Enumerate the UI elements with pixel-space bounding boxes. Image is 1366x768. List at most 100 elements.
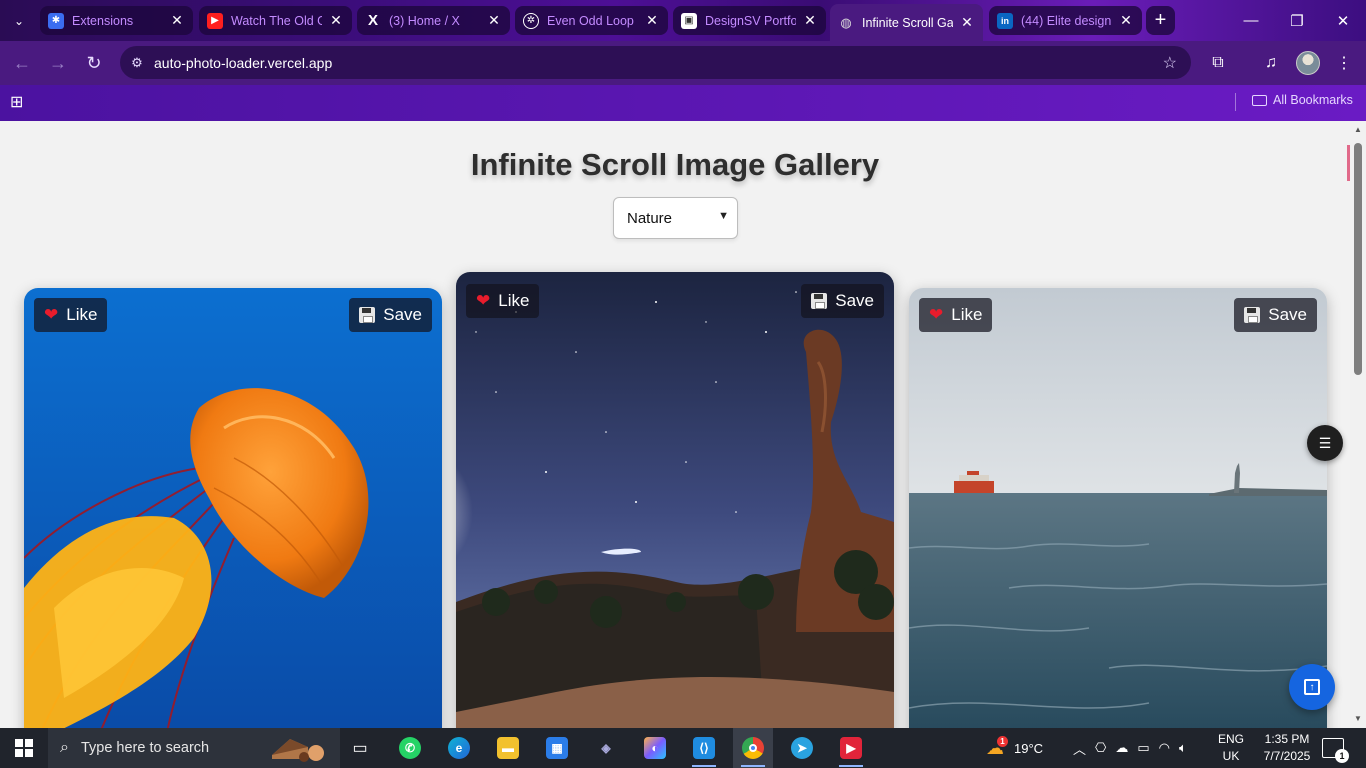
search-placeholder: Type here to search xyxy=(80,740,210,756)
reload-button[interactable]: ↻ xyxy=(81,50,107,76)
browser-toolbar: ← → ↻ ⚙ auto-photo-loader.vercel.app ☆ ⧉… xyxy=(0,41,1366,85)
x-logo-icon: X xyxy=(367,12,378,29)
close-tab-icon[interactable]: ✕ xyxy=(802,12,818,29)
close-tab-icon[interactable]: ✕ xyxy=(644,12,660,29)
close-window-button[interactable]: ✕ xyxy=(1320,0,1366,41)
tab-designsv[interactable]: ▣ DesignSV Portfo ✕ xyxy=(673,6,826,35)
tab-title: (44) Elite design xyxy=(1021,13,1112,28)
save-label: Save xyxy=(1268,305,1307,324)
wifi-icon[interactable]: ◠ xyxy=(1159,740,1170,756)
app-icon[interactable]: ◈ xyxy=(586,728,626,768)
like-button[interactable]: ❤ Like xyxy=(919,298,993,332)
save-button[interactable]: Save xyxy=(349,298,432,332)
weather-widget[interactable]: ☁ 1 19°C xyxy=(986,728,1043,768)
tab-chatgpt[interactable]: ✲ Even Odd Loop ✕ xyxy=(515,6,668,35)
menu-kebab-icon[interactable]: ⋮ xyxy=(1332,51,1356,75)
arrow-left-icon: ← xyxy=(13,52,31,73)
all-bookmarks-button[interactable]: All Bookmarks xyxy=(1252,93,1353,107)
telegram-icon[interactable]: ➤ xyxy=(782,728,822,768)
forward-button[interactable]: → xyxy=(45,50,71,76)
close-tab-icon[interactable]: ✕ xyxy=(959,14,975,31)
apps-grid-icon[interactable]: ⊞ xyxy=(10,92,23,112)
start-button[interactable] xyxy=(0,728,48,768)
scroll-to-top-button[interactable]: ↑ xyxy=(1289,664,1335,710)
taskbar-clock[interactable]: 1:35 PM 7/7/2025 xyxy=(1258,731,1316,765)
tab-strip: ⌄ ✱ Extensions ✕ ▶ Watch The Old G ✕ X (… xyxy=(0,0,1366,41)
onedrive-icon[interactable]: ☁ xyxy=(1115,740,1128,756)
extensions-icon[interactable]: ⧉ xyxy=(1206,51,1230,75)
whatsapp-icon[interactable]: ✆ xyxy=(390,728,430,768)
like-button[interactable]: ❤ Like xyxy=(34,298,108,332)
restore-button[interactable]: ❐ xyxy=(1274,0,1320,41)
battery-icon[interactable]: ▭ xyxy=(1137,740,1149,756)
like-button[interactable]: ❤ Like xyxy=(466,284,540,318)
chevron-up-icon[interactable]: ︿ xyxy=(1073,739,1086,758)
like-label: Like xyxy=(498,291,530,310)
bookmarks-bar: ⊞ All Bookmarks xyxy=(0,85,1366,121)
openai-icon: ✲ xyxy=(523,12,539,29)
heart-icon: ❤ xyxy=(476,291,491,310)
heart-icon: ❤ xyxy=(44,305,59,324)
harbor-image[interactable] xyxy=(909,288,1327,728)
volume-icon[interactable]: 🔈︎ xyxy=(1179,740,1187,756)
tab-search-button[interactable]: ⌄ xyxy=(6,8,32,34)
close-tab-icon[interactable]: ✕ xyxy=(486,12,502,29)
tab-title: Watch The Old G xyxy=(231,13,322,28)
weather-cloud-icon: ☁ 1 xyxy=(986,735,1008,759)
scroll-down-icon[interactable]: ▼ xyxy=(1354,714,1362,723)
meet-now-icon[interactable]: ⎔ xyxy=(1095,740,1106,756)
language-indicator[interactable]: ENG UK xyxy=(1215,731,1247,765)
gallery-card: ❤ Like Save xyxy=(24,288,442,728)
chevron-down-icon: ▼ xyxy=(718,210,729,222)
category-select[interactable]: Nature ▼ xyxy=(613,197,738,239)
jellyfish-image[interactable] xyxy=(24,288,442,728)
tab-linkedin[interactable]: in (44) Elite design ✕ xyxy=(989,6,1142,35)
close-tab-icon[interactable]: ✕ xyxy=(328,12,344,29)
tab-extensions[interactable]: ✱ Extensions ✕ xyxy=(40,6,193,35)
tab-infinite-scroll[interactable]: ◍ Infinite Scroll Ga ✕ xyxy=(830,4,983,41)
address-bar[interactable]: ⚙ auto-photo-loader.vercel.app ☆ xyxy=(120,46,1191,79)
back-button[interactable]: ← xyxy=(9,50,35,76)
copilot-icon[interactable]: ◐ xyxy=(635,728,675,768)
night-sky-image[interactable] xyxy=(456,272,894,728)
chrome-icon[interactable] xyxy=(733,728,773,768)
file-explorer-icon[interactable]: ▬ xyxy=(488,728,528,768)
tab-title: (3) Home / X xyxy=(389,13,460,28)
like-label: Like xyxy=(66,305,98,324)
site-info-icon[interactable]: ⚙ xyxy=(120,55,154,71)
close-tab-icon[interactable]: ✕ xyxy=(169,12,185,29)
linkedin-icon: in xyxy=(997,12,1013,29)
gallery-card: ❤ Like Save xyxy=(909,288,1327,728)
bookmark-star-icon[interactable]: ☆ xyxy=(1163,53,1177,73)
minimize-button[interactable]: — xyxy=(1228,0,1274,41)
weather-badge: 1 xyxy=(997,735,1008,747)
scroll-up-icon[interactable]: ▲ xyxy=(1354,125,1362,134)
page-scrollbar[interactable]: ▲ ▼ xyxy=(1350,121,1366,728)
tab-x-home[interactable]: X (3) Home / X ✕ xyxy=(357,6,510,35)
heart-icon: ❤ xyxy=(929,305,944,324)
new-tab-button[interactable]: + xyxy=(1146,6,1175,35)
close-tab-icon[interactable]: ✕ xyxy=(1118,12,1134,29)
site-favicon: ▣ xyxy=(681,12,697,29)
tab-youtube[interactable]: ▶ Watch The Old G ✕ xyxy=(199,6,352,35)
floating-menu-button[interactable]: ☰ xyxy=(1307,425,1343,461)
taskbar-search[interactable]: ⌕ Type here to search xyxy=(48,728,340,768)
edge-icon[interactable]: e xyxy=(439,728,479,768)
save-button[interactable]: Save xyxy=(801,284,884,318)
store-icon[interactable]: ▦ xyxy=(537,728,577,768)
profile-avatar[interactable] xyxy=(1296,51,1320,75)
media-controls-icon[interactable]: ♫ xyxy=(1259,51,1283,75)
scrollbar-thumb[interactable] xyxy=(1354,143,1362,375)
minimize-icon: — xyxy=(1243,12,1259,29)
save-button[interactable]: Save xyxy=(1234,298,1317,332)
notification-center-icon[interactable]: 1 xyxy=(1322,738,1349,763)
weather-temp: 19°C xyxy=(1014,740,1044,756)
url-text[interactable]: auto-photo-loader.vercel.app xyxy=(154,55,332,71)
media-app-icon[interactable]: ▶ xyxy=(831,728,871,768)
tab-title: Even Odd Loop xyxy=(547,13,634,28)
task-view-icon[interactable]: ▭ xyxy=(340,728,380,768)
vscode-icon[interactable]: ⟨⟩ xyxy=(684,728,724,768)
gallery-card: ❤ Like Save xyxy=(456,272,894,728)
chevron-down-icon: ⌄ xyxy=(13,14,25,28)
arrow-up-icon: ↑ xyxy=(1304,679,1320,695)
